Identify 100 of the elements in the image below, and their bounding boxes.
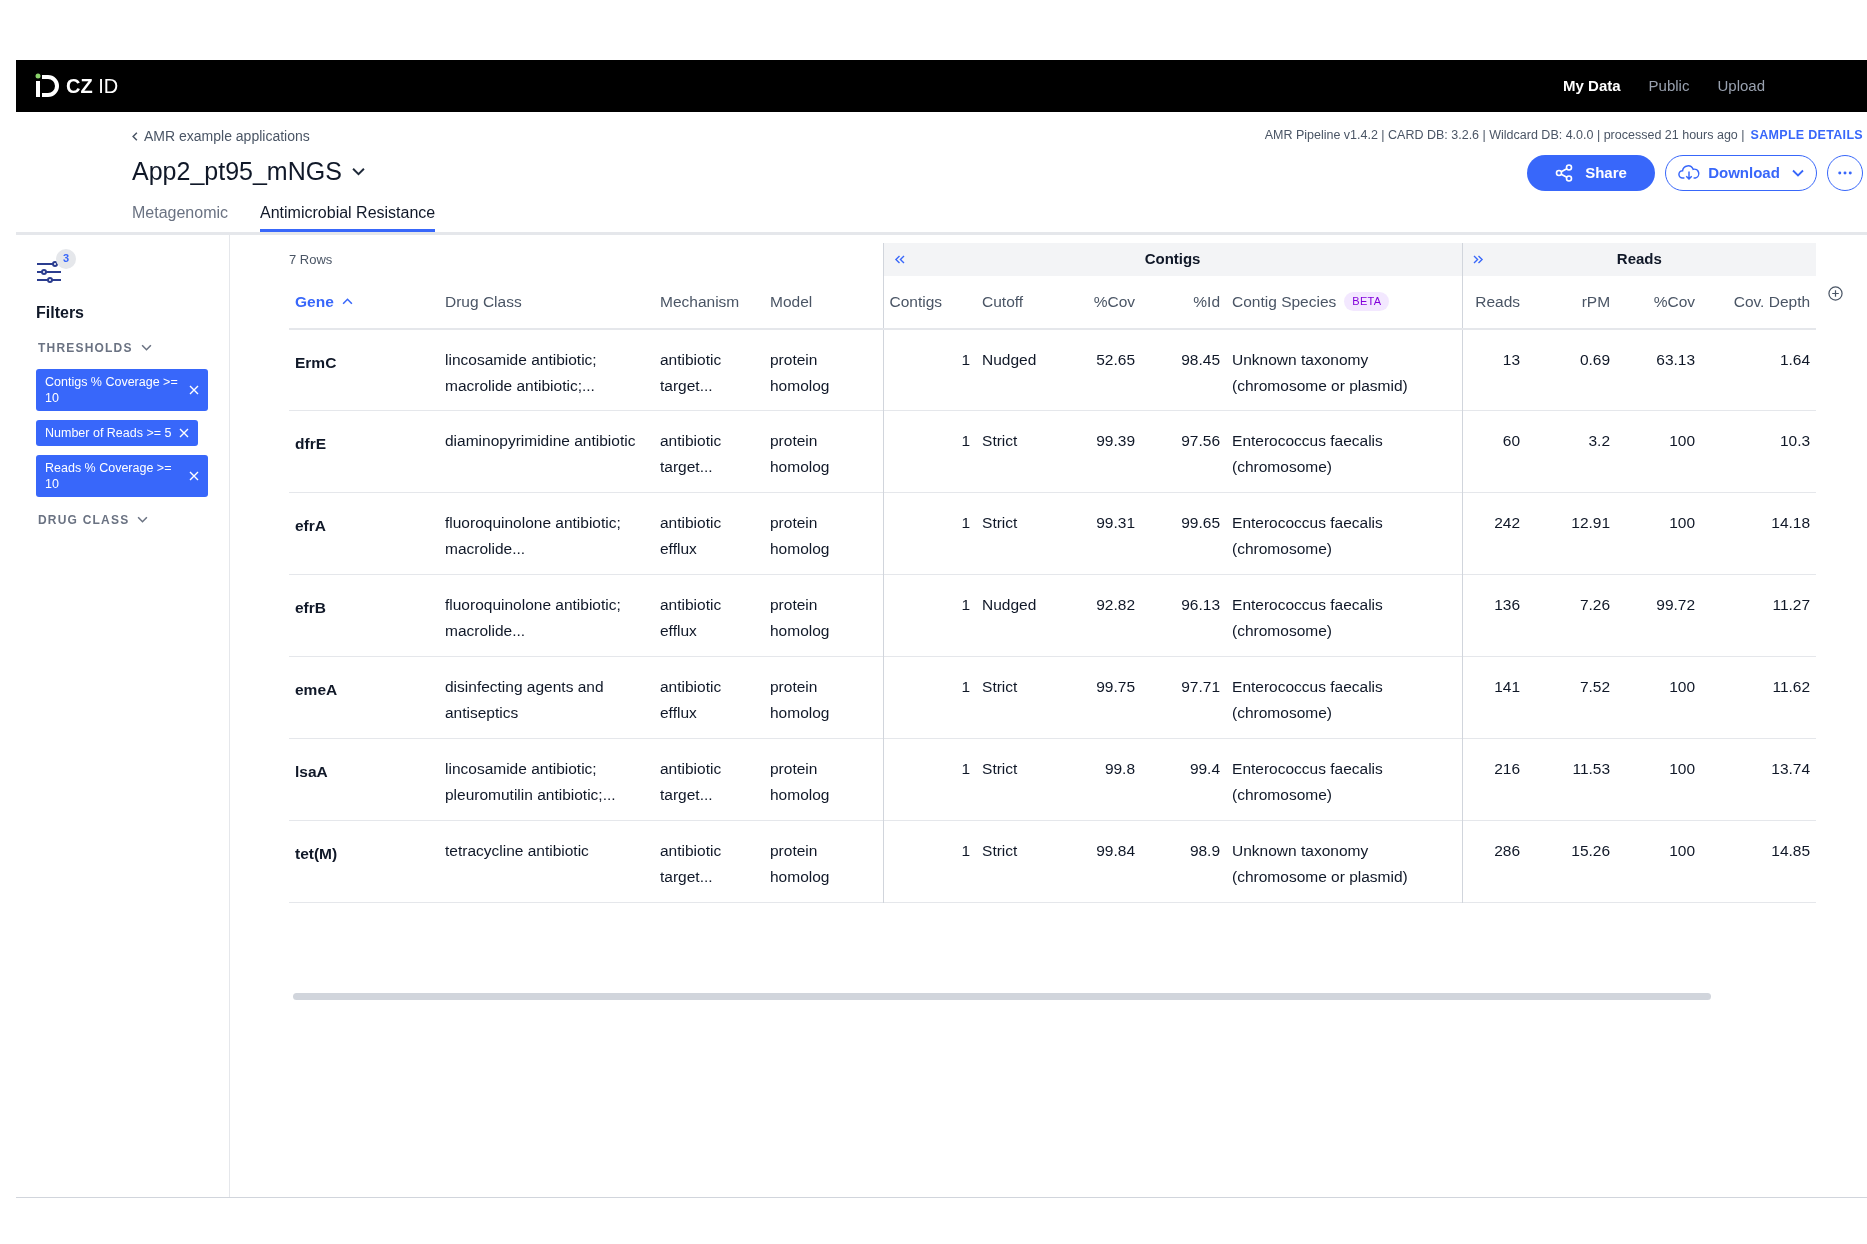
table-cell: 1.64 [1779, 350, 1811, 368]
filters-heading: Filters [36, 302, 85, 323]
table-cell: tetracycline antibiotic [445, 842, 589, 859]
sample-details-link[interactable]: SAMPLE DETAILS [1750, 126, 1863, 145]
group-label: Contigs [1144, 249, 1201, 267]
column-header[interactable]: Drug Class [445, 289, 522, 314]
column-header[interactable]: %Cov [1093, 289, 1136, 314]
share-button[interactable]: Share [1527, 154, 1655, 191]
table-cell: dfrE [295, 435, 326, 452]
horizontal-scrollbar[interactable] [293, 993, 1711, 1000]
table-cell: 1 [961, 842, 971, 859]
table-cell: 0.69 [1579, 350, 1611, 368]
table-cell: lsaA [295, 763, 328, 780]
table-cell: 97.71 [1181, 678, 1221, 695]
table-cell: protein homolog [770, 760, 830, 803]
column-header[interactable]: Contigs [889, 289, 943, 314]
chevron-down-icon [137, 516, 149, 523]
tab[interactable]: Metagenomic [132, 200, 229, 232]
table-cell: 242 [1494, 514, 1521, 531]
table-cell: 7.26 [1579, 596, 1611, 613]
table-cell: ErmC [295, 353, 337, 371]
table-cell: protein homolog [770, 514, 830, 557]
table-cell: emeA [295, 681, 338, 698]
filter-sliders-icon [36, 260, 62, 283]
nav-link[interactable]: Public [1648, 74, 1690, 98]
column-header[interactable]: Gene [295, 289, 334, 314]
table-cell: 1 [961, 350, 971, 368]
table-cell: Enterococcus faecalis (chromosome) [1232, 678, 1383, 721]
table-cell: Unknown taxonomy (chromosome or plasmid) [1232, 350, 1408, 394]
table-cell: 11.53 [1572, 760, 1611, 777]
chevron-down-icon [1791, 168, 1804, 177]
close-icon[interactable] [179, 427, 190, 438]
table-cell: 63.13 [1656, 350, 1696, 368]
column-header[interactable]: Cutoff [982, 289, 1024, 314]
table-cell: Strict [982, 514, 1018, 531]
nav-link[interactable]: My Data [1563, 74, 1621, 98]
table-cell: 99.8 [1104, 760, 1136, 777]
row-count: 7 Rows [289, 252, 333, 268]
table-cell: lincosamide antibiotic; pleuromutilin antibiotic;... [445, 760, 616, 803]
table-cell: 3.2 [1588, 432, 1611, 449]
table-cell: Nudged [982, 350, 1037, 368]
table-cell: protein homolog [770, 432, 830, 475]
column-header[interactable]: %Cov [1653, 289, 1696, 314]
double-chevron-left-icon[interactable] [893, 254, 905, 264]
table-cell: 14.18 [1771, 514, 1811, 531]
filter-chip[interactable]: Contigs % Coverage >= 10 [36, 368, 208, 411]
double-chevron-right-icon[interactable] [1472, 254, 1484, 264]
table-cell: 99.4 [1189, 760, 1221, 777]
table-cell: Strict [982, 842, 1018, 859]
logo-icon [34, 73, 60, 99]
table-cell: antibiotic efflux [660, 596, 722, 639]
table-cell: 10.3 [1779, 432, 1811, 449]
table-cell: tet(M) [295, 845, 338, 862]
pipeline-info: AMR Pipeline v1.4.2 | CARD DB: 3.2.6 | Wildcard DB: 4.0.0 | processed 21 hours ago | [1264, 127, 1745, 144]
table-cell: 100 [1669, 514, 1696, 531]
back-link[interactable]: AMR example applications [132, 126, 436, 147]
share-icon [1555, 163, 1574, 182]
column-header[interactable]: Cov. Depth [1733, 289, 1811, 314]
table-cell: 1 [961, 596, 971, 613]
filter-section-toggle[interactable]: THRESHOLDS [38, 338, 152, 357]
table-cell: Enterococcus faecalis (chromosome) [1232, 432, 1383, 475]
filter-chip[interactable]: Number of Reads >= 5 [36, 419, 199, 446]
table-cell: 13.74 [1771, 760, 1811, 777]
table-cell: protein homolog [770, 678, 830, 721]
table-cell: 15.26 [1571, 842, 1611, 859]
close-icon[interactable] [189, 384, 199, 395]
more-icon [1838, 170, 1852, 175]
table-cell: Unknown taxonomy (chromosome or plasmid) [1232, 842, 1408, 885]
column-header[interactable]: Contig Species [1232, 289, 1337, 314]
table-cell: antibiotic target... [660, 842, 722, 885]
chevron-down-icon [351, 167, 365, 177]
close-icon[interactable] [189, 470, 199, 481]
table-cell: 286 [1494, 842, 1521, 859]
table-cell: 99.84 [1096, 842, 1136, 859]
column-header[interactable]: Model [770, 289, 813, 314]
nav-link[interactable]: Upload [1717, 74, 1765, 98]
table-cell: 7.52 [1579, 678, 1611, 695]
sample-title: App2_pt95_mNGS [132, 156, 342, 187]
table-cell: 100 [1669, 678, 1696, 695]
cloud-download-icon [1678, 164, 1701, 182]
table-cell: antibiotic efflux [660, 514, 722, 557]
column-header[interactable]: %Id [1193, 289, 1221, 314]
add-column-icon[interactable] [1828, 285, 1844, 301]
table-cell: 100 [1669, 842, 1696, 859]
filter-section-toggle[interactable]: DRUG CLASS [38, 510, 149, 529]
table-cell: lincosamide antibiotic; macrolide antibiotic;... [445, 350, 597, 394]
column-header[interactable]: rPM [1581, 289, 1611, 314]
table-cell: protein homolog [770, 842, 830, 885]
table-cell: 1 [961, 514, 971, 531]
table-cell: efrA [295, 517, 326, 534]
table-cell: 100 [1669, 432, 1696, 449]
column-header[interactable]: Mechanism [660, 289, 740, 314]
table-cell: 1 [961, 678, 971, 695]
table-cell: 1 [961, 760, 971, 777]
table-cell: 1 [961, 432, 971, 449]
filter-chip-label: Number of Reads >= 5 [45, 424, 172, 441]
filter-chip[interactable]: Reads % Coverage >= 10 [36, 454, 208, 497]
table-cell: 216 [1494, 760, 1521, 777]
table-cell: 11.62 [1772, 678, 1811, 695]
column-header[interactable]: Reads [1475, 289, 1521, 314]
